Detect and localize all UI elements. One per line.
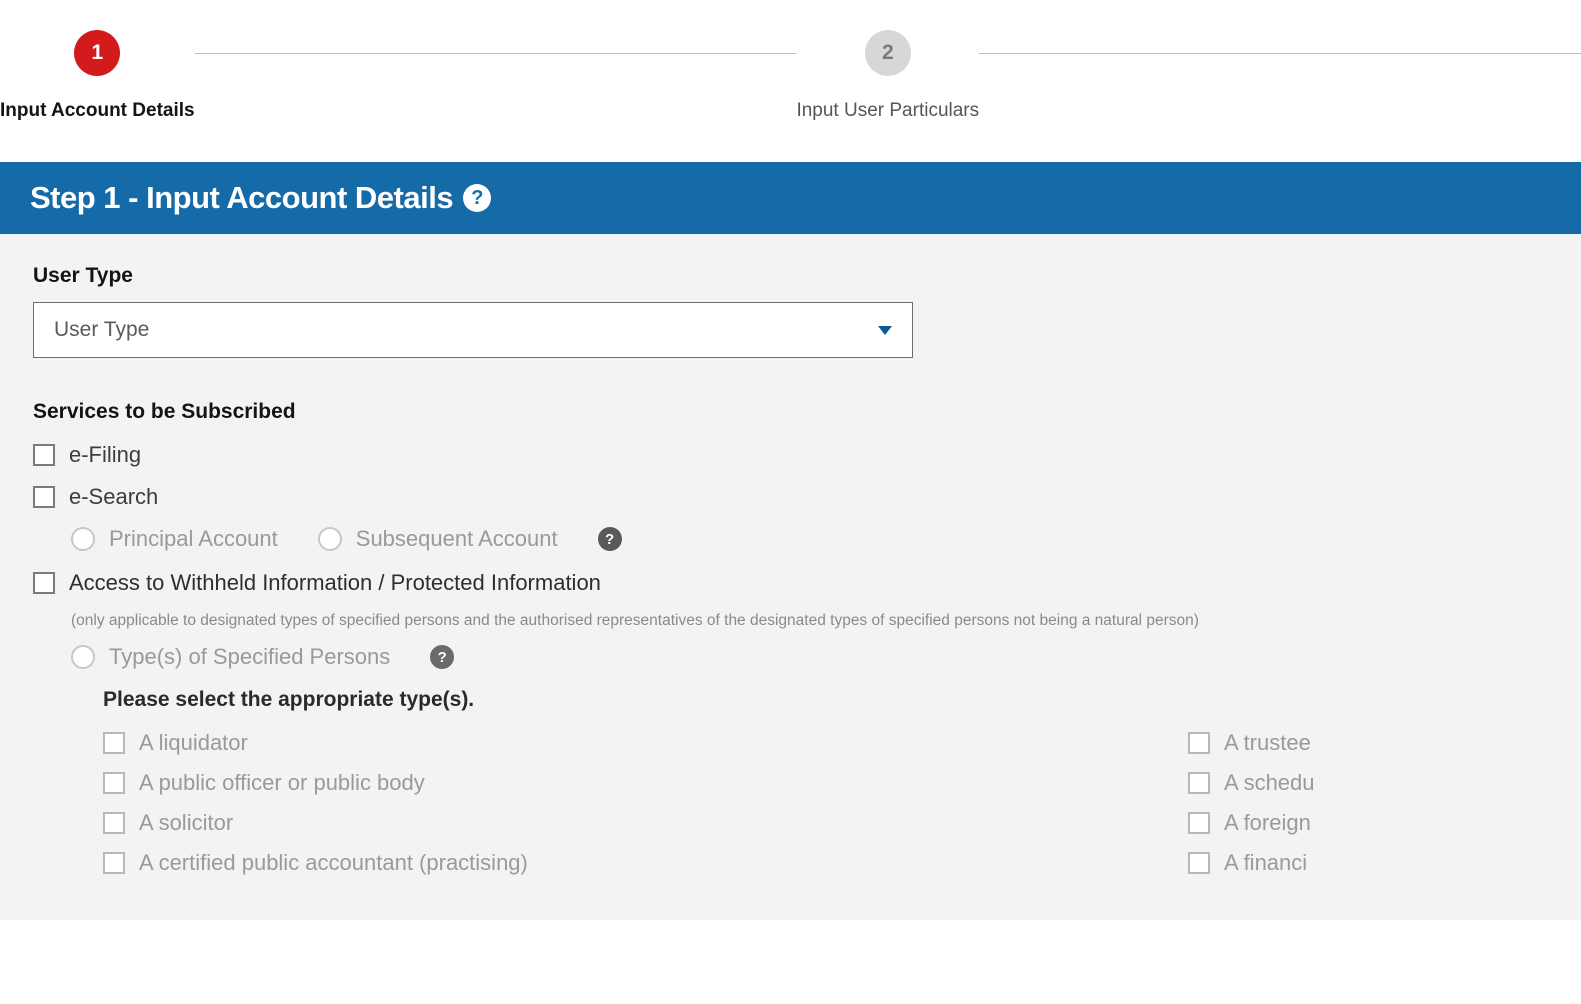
type-public-officer-checkbox[interactable] [103,772,125,794]
type-liquidator-checkbox[interactable] [103,732,125,754]
account-type-help-icon[interactable]: ? [598,527,622,551]
progress-connector [979,53,1581,54]
user-type-placeholder: User Type [54,318,149,342]
chevron-down-icon [878,326,892,335]
type-trustee-checkbox[interactable] [1188,732,1210,754]
user-type-select[interactable]: User Type [33,302,913,358]
esearch-label: e-Search [69,484,158,510]
select-types-prompt: Please select the appropriate type(s). [103,688,1548,712]
specified-types-left: A liquidator A public officer or public … [103,730,1188,890]
type-financial-row: A financi [1188,850,1548,876]
subsequent-radio[interactable] [318,527,342,551]
type-public-officer-label: A public officer or public body [139,770,425,796]
user-type-label: User Type [33,264,1548,288]
withheld-note: (only applicable to designated types of … [71,612,1548,630]
form-content: User Type User Type Services to be Subsc… [0,234,1581,920]
principal-label: Principal Account [109,526,278,552]
progress-step-1: 1 Input Account Details [0,30,195,122]
type-scheduled-label: A schedu [1224,770,1315,796]
specified-types-right: A trustee A schedu A foreign A financi [1188,730,1548,890]
type-foreign-checkbox[interactable] [1188,812,1210,834]
type-foreign-label: A foreign [1224,810,1311,836]
progress-step-2: 2 Input User Particulars [796,30,979,122]
type-solicitor-label: A solicitor [139,810,233,836]
type-liquidator-label: A liquidator [139,730,248,756]
progress-step-2-label: Input User Particulars [796,100,979,122]
account-type-row: Principal Account Subsequent Account ? [71,526,1548,552]
service-esearch-row: e-Search [33,484,1548,510]
services-label: Services to be Subscribed [33,400,1548,424]
type-liquidator-row: A liquidator [103,730,1188,756]
principal-radio[interactable] [71,527,95,551]
progress-step-1-label: Input Account Details [0,100,195,122]
type-financial-label: A financi [1224,850,1307,876]
withheld-label: Access to Withheld Information / Protect… [69,570,601,596]
progress-stepper: 1 Input Account Details 2 Input User Par… [0,0,1581,162]
progress-connector [195,53,797,54]
efiling-label: e-Filing [69,442,141,468]
type-cpa-checkbox[interactable] [103,852,125,874]
progress-step-2-circle: 2 [865,30,911,76]
subsequent-label: Subsequent Account [356,526,558,552]
type-financial-checkbox[interactable] [1188,852,1210,874]
specified-types-columns: A liquidator A public officer or public … [103,730,1548,890]
progress-step-1-circle: 1 [74,30,120,76]
type-solicitor-checkbox[interactable] [103,812,125,834]
service-withheld-row: Access to Withheld Information / Protect… [33,570,1548,596]
type-solicitor-row: A solicitor [103,810,1188,836]
type-cpa-label: A certified public accountant (practisin… [139,850,528,876]
type-scheduled-row: A schedu [1188,770,1548,796]
help-icon[interactable]: ? [463,184,491,212]
type-trustee-row: A trustee [1188,730,1548,756]
specified-persons-row: Type(s) of Specified Persons ? [71,644,1548,670]
specified-persons-label: Type(s) of Specified Persons [109,644,390,670]
type-public-officer-row: A public officer or public body [103,770,1188,796]
type-cpa-row: A certified public accountant (practisin… [103,850,1188,876]
type-scheduled-checkbox[interactable] [1188,772,1210,794]
efiling-checkbox[interactable] [33,444,55,466]
esearch-checkbox[interactable] [33,486,55,508]
type-trustee-label: A trustee [1224,730,1311,756]
service-efiling-row: e-Filing [33,442,1548,468]
step-title: Step 1 - Input Account Details [30,180,453,216]
specified-help-icon[interactable]: ? [430,645,454,669]
type-foreign-row: A foreign [1188,810,1548,836]
step-header: Step 1 - Input Account Details ? [0,162,1581,234]
specified-persons-radio[interactable] [71,645,95,669]
withheld-checkbox[interactable] [33,572,55,594]
